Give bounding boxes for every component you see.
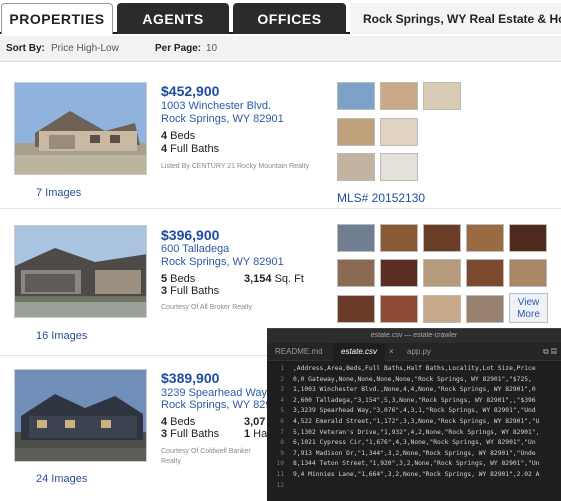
images-link[interactable]: 24 Images bbox=[36, 473, 87, 485]
sort-by-select[interactable]: Price High-Low bbox=[51, 43, 119, 54]
listing-thumbnail[interactable] bbox=[380, 224, 418, 252]
listing-thumbnail[interactable] bbox=[380, 82, 418, 110]
code-line: 10 8,1344 Teton Street,"1,920",3,2,None,"… bbox=[276, 460, 540, 468]
code-line: 5 3,3239 Spearhead Way,"3,076",4,3,1,"Roc… bbox=[280, 407, 536, 415]
editor-tab-readme[interactable]: README.md bbox=[275, 343, 323, 361]
editor-tab-estate-csv[interactable]: estate.csv bbox=[333, 343, 386, 361]
code-line: 4 2,600 Talladega,"3,154",5,3,None,"Rock … bbox=[280, 396, 536, 404]
listing-sqft: 3,154 Sq. Ft bbox=[244, 273, 304, 285]
listing-thumbnail[interactable] bbox=[337, 153, 375, 181]
listing-thumbnail[interactable] bbox=[380, 295, 418, 323]
listing-thumbnail[interactable] bbox=[466, 224, 504, 252]
listing-photo[interactable] bbox=[14, 225, 147, 318]
listing-beds: 4 Beds bbox=[161, 130, 196, 142]
code-line: 11 9,4 Minnies Lane,"1,664",3,2,None,"Roc… bbox=[276, 470, 540, 478]
listing-thumbnail[interactable] bbox=[423, 295, 461, 323]
code-line: 1 ,Address,Area,Beds,Full Baths,Half Bath… bbox=[280, 365, 536, 372]
listing-half-baths: 1 Ha bbox=[244, 428, 268, 440]
listing-card: 7 Images $452,900 1003 Winchester Blvd. … bbox=[0, 62, 561, 209]
editor-content[interactable]: 1 ,Address,Area,Beds,Full Baths,Half Bath… bbox=[267, 361, 561, 491]
listing-broker-line2: Realty bbox=[161, 458, 181, 465]
code-line: 7 5,1302 Veteran's Drive,"1,932",4,2,None… bbox=[280, 428, 540, 436]
listing-broker: Courtesy Of Coldwell Banker bbox=[161, 448, 251, 455]
listing-price[interactable]: $396,900 bbox=[161, 227, 219, 243]
listing-price[interactable]: $452,900 bbox=[161, 83, 219, 99]
listing-mls: MLS# 20152130 bbox=[337, 191, 426, 205]
code-line: 12 bbox=[276, 481, 284, 489]
tab-offices[interactable]: OFFICES bbox=[233, 3, 346, 34]
sort-by-label: Sort By: bbox=[6, 43, 45, 54]
split-editor-icon[interactable]: ⧉ ▤ bbox=[543, 347, 557, 357]
editor-tab-app-py[interactable]: app.py bbox=[407, 343, 431, 361]
listing-thumbnail[interactable] bbox=[509, 259, 547, 287]
listing-street[interactable]: 1003 Winchester Blvd. bbox=[161, 100, 271, 113]
listing-thumbnail[interactable] bbox=[337, 295, 375, 323]
code-line: 8 6,1021 Cypress Cir,"1,676",4,3,None,"Ro… bbox=[280, 439, 536, 447]
listing-street[interactable]: 600 Talladega bbox=[161, 243, 229, 256]
listing-thumbnail[interactable] bbox=[337, 118, 375, 146]
close-icon[interactable]: × bbox=[389, 343, 394, 361]
listing-thumbnail[interactable] bbox=[380, 153, 418, 181]
listing-baths: 3 Full Baths bbox=[161, 285, 220, 297]
listing-city[interactable]: Rock Springs, WY 82901 bbox=[161, 399, 284, 412]
images-link[interactable]: 7 Images bbox=[36, 187, 81, 199]
tab-properties[interactable]: PROPERTIES bbox=[1, 3, 113, 34]
tab-agents[interactable]: AGENTS bbox=[117, 3, 229, 34]
listing-thumbnail[interactable] bbox=[337, 259, 375, 287]
listing-photo[interactable] bbox=[14, 82, 147, 175]
listing-sqft: 3,07 bbox=[244, 416, 266, 428]
editor-tab-bar: README.md estate.csv × app.py ⧉ ▤ bbox=[267, 343, 561, 361]
listing-thumbnail[interactable] bbox=[380, 118, 418, 146]
listing-baths: 4 Full Baths bbox=[161, 143, 220, 155]
listing-thumbnail[interactable] bbox=[423, 224, 461, 252]
listing-baths: 3 Full Baths bbox=[161, 428, 220, 440]
per-page-select[interactable]: 10 bbox=[206, 43, 217, 54]
listing-city[interactable]: Rock Springs, WY 82901 bbox=[161, 256, 284, 269]
listing-city[interactable]: Rock Springs, WY 82901 bbox=[161, 113, 284, 126]
listing-thumbnail[interactable] bbox=[466, 259, 504, 287]
code-line: 6 4,522 Emerald Street,"1,172",3,3,None,"… bbox=[280, 417, 540, 425]
listing-broker: Courtesy Of All Broker Realty bbox=[161, 304, 253, 311]
images-link[interactable]: 16 Images bbox=[36, 330, 87, 342]
listing-broker: Listed By CENTURY 21 Rocky Mountain Real… bbox=[161, 163, 309, 170]
code-line: 3 1,1003 Winchester Blvd.,None,4,4,None,"… bbox=[280, 386, 536, 394]
code-line: 2 0,0 Gateway,None,None,None,None,"Rock S… bbox=[280, 375, 532, 383]
editor-title: estate.csv — estate-crawler bbox=[267, 329, 561, 343]
listing-photo[interactable] bbox=[14, 369, 147, 462]
listing-thumbnail[interactable] bbox=[337, 82, 375, 110]
code-line: 9 7,913 Madison Dr,"1,344",3,2,None,"Rock… bbox=[280, 449, 536, 457]
listing-thumbnail[interactable] bbox=[423, 259, 461, 287]
site-title: Rock Springs, WY Real Estate & Homes fo bbox=[350, 3, 561, 34]
listing-thumbnail[interactable] bbox=[337, 224, 375, 252]
listing-price[interactable]: $389,900 bbox=[161, 370, 219, 386]
listing-beds: 4 Beds bbox=[161, 416, 196, 428]
listing-thumbnail[interactable] bbox=[423, 82, 461, 110]
listing-beds: 5 Beds bbox=[161, 273, 196, 285]
listing-thumbnail[interactable] bbox=[380, 259, 418, 287]
view-more-button[interactable]: View More bbox=[509, 293, 548, 323]
per-page-label: Per Page: bbox=[155, 43, 202, 54]
sort-bar: Sort By: Price High-Low Per Page: 10 bbox=[0, 36, 561, 62]
tab-bar: PROPERTIES AGENTS OFFICES Rock Springs, … bbox=[0, 0, 561, 34]
code-editor-window: estate.csv — estate-crawler README.md es… bbox=[267, 328, 561, 501]
listing-thumbnail[interactable] bbox=[466, 295, 504, 323]
listing-thumbnail[interactable] bbox=[509, 224, 547, 252]
